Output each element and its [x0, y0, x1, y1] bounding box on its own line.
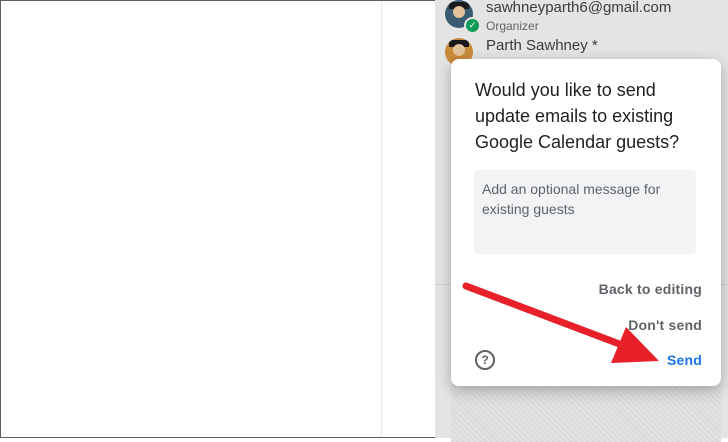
guest-role: Organizer: [486, 19, 539, 33]
avatar-face: [453, 6, 465, 18]
help-icon[interactable]: ?: [475, 350, 495, 370]
guest-name: sawhneyparth6@gmail.com: [486, 0, 672, 16]
optional-message-input[interactable]: Add an optional message for existing gue…: [474, 170, 696, 254]
message-placeholder: Add an optional message for existing gue…: [482, 181, 661, 217]
avatar-face: [453, 44, 465, 56]
guest-organizer[interactable]: ✓ sawhneyparth6@gmail.com Organizer: [445, 0, 725, 34]
send-button[interactable]: Send: [667, 352, 702, 368]
spacer-pane: [382, 1, 436, 437]
send-update-dialog: Would you like to send update emails to …: [451, 59, 721, 386]
check-icon: ✓: [464, 17, 481, 34]
guest-name: Parth Sawhney *: [486, 37, 598, 54]
event-details-pane: [1, 1, 382, 437]
dont-send-button[interactable]: Don't send: [628, 317, 702, 333]
back-to-editing-button[interactable]: Back to editing: [599, 281, 702, 297]
dialog-title: Would you like to send update emails to …: [475, 80, 680, 152]
